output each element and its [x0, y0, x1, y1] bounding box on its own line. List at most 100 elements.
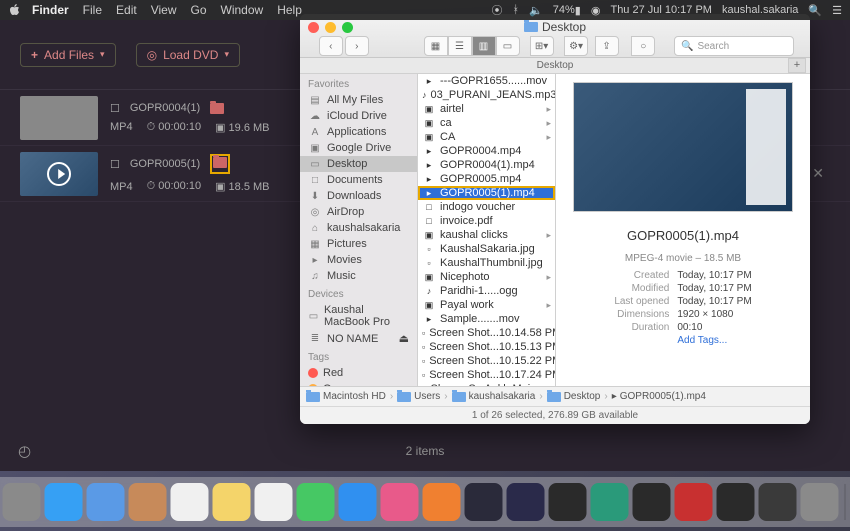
file-item[interactable]: ▸---GOPR1655......mov: [418, 74, 555, 88]
sidebar-item[interactable]: ▭Desktop: [300, 156, 417, 172]
sidebar-item[interactable]: ⬇Downloads: [300, 188, 417, 204]
file-item[interactable]: ▫KaushalSakaria.jpg: [418, 242, 555, 256]
file-item[interactable]: ▣CA▸: [418, 130, 555, 144]
battery-status[interactable]: 74% ▮: [553, 4, 581, 17]
file-item[interactable]: ▫Screen Shot...10.15.22 PM: [418, 354, 555, 368]
file-item[interactable]: ▸GOPR0004(1).mp4: [418, 158, 555, 172]
path-segment[interactable]: ▸ GOPR0005(1).mp4: [612, 391, 706, 402]
checkbox[interactable]: ☐: [110, 158, 120, 171]
sidebar-item[interactable]: ▭Kaushal MacBook Pro: [300, 302, 417, 330]
file-item[interactable]: ▸Sample.......mov: [418, 312, 555, 326]
dock-itunes[interactable]: [381, 483, 419, 521]
path-segment[interactable]: Users: [397, 391, 440, 402]
tags-button[interactable]: ○: [631, 36, 655, 56]
datetime[interactable]: Thu 27 Jul 10:17 PM: [610, 4, 712, 16]
sidebar-item[interactable]: ♫Music: [300, 268, 417, 284]
user-name[interactable]: kaushal.sakaria: [722, 4, 798, 16]
volume-icon[interactable]: 🔈: [529, 4, 543, 17]
menu-file[interactable]: File: [83, 3, 102, 17]
apple-menu-icon[interactable]: [8, 3, 22, 17]
path-segment[interactable]: kaushalsakaria: [452, 391, 536, 402]
file-item[interactable]: ▣Nicephoto▸: [418, 270, 555, 284]
spotlight-icon[interactable]: 🔍: [808, 4, 822, 17]
back-button[interactable]: ‹: [319, 36, 343, 56]
tab-desktop[interactable]: Desktop: [537, 60, 574, 71]
checkbox[interactable]: ☐: [110, 102, 120, 115]
file-item[interactable]: ▸GOPR0005.mp4: [418, 172, 555, 186]
dock-preferences[interactable]: [801, 483, 839, 521]
dock-safari[interactable]: [45, 483, 83, 521]
zoom-button[interactable]: [342, 22, 353, 33]
file-column[interactable]: ▸---GOPR1655......mov♪03_PURANI_JEANS.mp…: [418, 74, 556, 386]
view-column-button[interactable]: ▥: [472, 36, 496, 56]
file-item[interactable]: □invoice.pdf: [418, 214, 555, 228]
sidebar-item[interactable]: AApplications: [300, 124, 417, 140]
sidebar-item[interactable]: ⌂kaushalsakaria: [300, 220, 417, 236]
dock-filezilla[interactable]: [675, 483, 713, 521]
arrange-button[interactable]: ⊞▾: [530, 36, 554, 56]
app-name[interactable]: Finder: [32, 3, 69, 17]
view-list-button[interactable]: ☰: [448, 36, 472, 56]
clock-icon[interactable]: ◴: [18, 442, 31, 460]
sidebar-item[interactable]: ▦Pictures: [300, 236, 417, 252]
dock-wondershare[interactable]: [591, 483, 629, 521]
wifi-icon[interactable]: ⦿: [491, 2, 502, 18]
dock-messages[interactable]: [297, 483, 335, 521]
sidebar-item[interactable]: ≣NO NAME⏏: [300, 330, 417, 347]
notifications-icon[interactable]: ☰: [832, 4, 842, 17]
add-tags-link[interactable]: Add Tags...: [677, 335, 751, 346]
thumbnail[interactable]: [20, 152, 98, 196]
close-button[interactable]: [308, 22, 319, 33]
minimize-button[interactable]: [325, 22, 336, 33]
view-cover-button[interactable]: ▭: [496, 36, 520, 56]
screen-record-icon[interactable]: ◉: [591, 4, 601, 17]
dock-calendar[interactable]: [171, 483, 209, 521]
file-item[interactable]: ▣kaushal clicks▸: [418, 228, 555, 242]
dock-daplayer[interactable]: [717, 483, 755, 521]
path-segment[interactable]: Desktop: [547, 391, 601, 402]
menu-window[interactable]: Window: [221, 3, 264, 17]
menu-edit[interactable]: Edit: [116, 3, 137, 17]
eject-icon[interactable]: ⏏: [399, 332, 409, 345]
dock-gopro[interactable]: [759, 483, 797, 521]
add-files-button[interactable]: + Add Files ▾: [20, 43, 116, 67]
file-item[interactable]: ▫KaushalThumbnil.jpg: [418, 256, 555, 270]
load-dvd-button[interactable]: ◎ Load DVD ▾: [136, 43, 240, 67]
dock-lightroom[interactable]: [465, 483, 503, 521]
file-item[interactable]: ▣ca▸: [418, 116, 555, 130]
sidebar-item[interactable]: □Documents: [300, 172, 417, 188]
path-segment[interactable]: Macintosh HD: [306, 391, 386, 402]
dock-vlc[interactable]: [423, 483, 461, 521]
file-item[interactable]: □indogo voucher: [418, 200, 555, 214]
dock-reminders[interactable]: [255, 483, 293, 521]
dock-iterm[interactable]: [549, 483, 587, 521]
file-item[interactable]: ▣Payal work▸: [418, 298, 555, 312]
share-button[interactable]: ⇪: [595, 36, 619, 56]
file-item[interactable]: ♪03_PURANI_JEANS.mp3: [418, 88, 555, 102]
dock-pycharm[interactable]: [633, 483, 671, 521]
dock-contacts[interactable]: [129, 483, 167, 521]
menu-help[interactable]: Help: [277, 3, 302, 17]
view-icon-button[interactable]: ▦: [424, 36, 448, 56]
dock-launchpad[interactable]: [3, 483, 41, 521]
remove-button[interactable]: ✕: [812, 165, 830, 182]
menu-view[interactable]: View: [151, 3, 177, 17]
dock-appstore[interactable]: [339, 483, 377, 521]
action-button[interactable]: ⚙▾: [564, 36, 588, 56]
forward-button[interactable]: ›: [345, 36, 369, 56]
dock-photoshop[interactable]: [507, 483, 545, 521]
sidebar-item[interactable]: ▣Google Drive: [300, 140, 417, 156]
sidebar-item[interactable]: ◎AirDrop: [300, 204, 417, 220]
new-tab-button[interactable]: +: [788, 58, 806, 73]
file-item[interactable]: ▫Screen Shot...10.15.13 PM: [418, 340, 555, 354]
file-item[interactable]: ▸GOPR0005(1).mp4: [418, 186, 555, 200]
dock-notes[interactable]: [213, 483, 251, 521]
file-item[interactable]: ♪Paridhi-1.....ogg: [418, 284, 555, 298]
sidebar-item[interactable]: ▤All My Files: [300, 92, 417, 108]
file-item[interactable]: ▣airtel▸: [418, 102, 555, 116]
file-item[interactable]: ▫Screen Shot...10.17.24 PM: [418, 368, 555, 382]
dock-mail[interactable]: [87, 483, 125, 521]
sidebar-tag[interactable]: Red: [300, 365, 417, 381]
file-item[interactable]: ▫Screen Shot...10.14.58 PM: [418, 326, 555, 340]
search-input[interactable]: 🔍 Search: [674, 36, 794, 56]
